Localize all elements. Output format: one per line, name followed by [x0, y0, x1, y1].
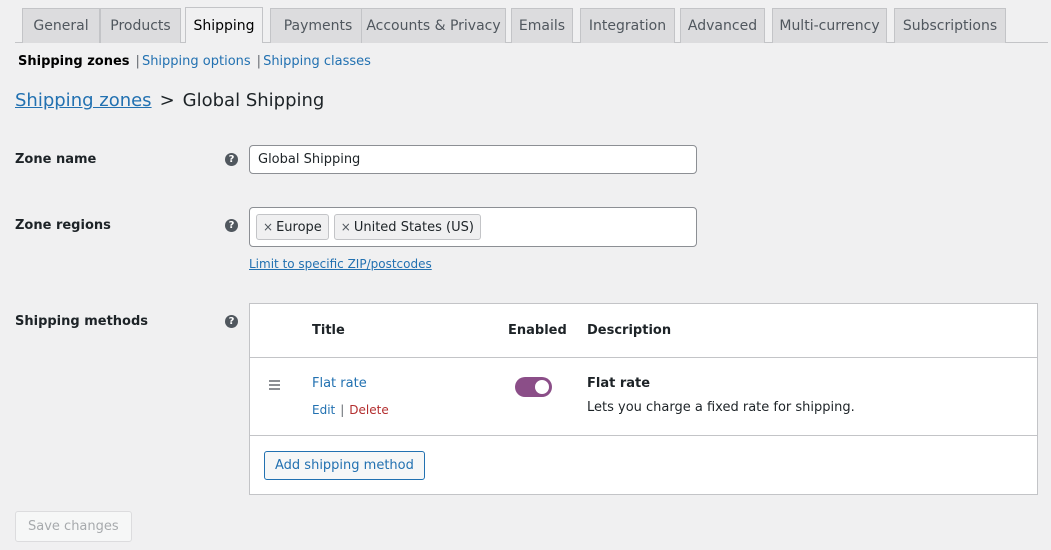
method-enabled-toggle[interactable]: [515, 377, 552, 397]
limit-postcodes-link[interactable]: Limit to specific ZIP/postcodes: [249, 257, 432, 271]
subnav-separator: |: [135, 54, 140, 69]
help-icon[interactable]: ?: [225, 153, 238, 166]
breadcrumb-shipping-zones-link[interactable]: Shipping zones: [15, 90, 152, 111]
zone-regions-select[interactable]: × Europe × United States (US): [249, 207, 697, 247]
subnav-shipping-zones: Shipping zones: [18, 54, 130, 69]
method-description-text: Lets you charge a fixed rate for shippin…: [587, 400, 855, 415]
subnav-shipping-options[interactable]: Shipping options: [142, 54, 251, 69]
tab-payments[interactable]: Payments: [270, 8, 366, 43]
column-header-description: Description: [587, 323, 672, 338]
sub-navigation: Shipping zones | Shipping options | Ship…: [18, 54, 371, 69]
page-title: Shipping zones > Global Shipping: [15, 90, 324, 111]
column-header-enabled: Enabled: [508, 323, 567, 338]
method-actions: Edit | Delete: [312, 403, 389, 417]
delete-method-link[interactable]: Delete: [349, 403, 388, 417]
tab-products[interactable]: Products: [100, 8, 181, 43]
tab-multi-currency[interactable]: Multi-currency: [772, 8, 887, 43]
help-icon[interactable]: ?: [225, 219, 238, 232]
settings-tabs: General Products Shipping Payments Accou…: [15, 7, 1048, 43]
subnav-separator: |: [256, 54, 262, 69]
actions-separator: |: [340, 403, 345, 417]
add-shipping-method-button[interactable]: Add shipping method: [264, 451, 425, 480]
shipping-methods-label: Shipping methods: [15, 314, 149, 329]
region-chip-label: United States (US): [353, 219, 474, 235]
zone-regions-label: Zone regions: [15, 218, 111, 233]
shipping-methods-table: Title Enabled Description Flat rate Edit…: [249, 303, 1038, 495]
help-icon[interactable]: ?: [225, 315, 238, 328]
remove-icon[interactable]: ×: [263, 220, 273, 234]
table-divider: [250, 435, 1037, 436]
tab-emails[interactable]: Emails: [511, 8, 573, 43]
tab-accounts-privacy[interactable]: Accounts & Privacy: [361, 8, 506, 43]
zone-name-value: Global Shipping: [258, 152, 361, 167]
tab-general[interactable]: General: [22, 8, 100, 43]
remove-icon[interactable]: ×: [341, 220, 351, 234]
table-divider: [250, 357, 1037, 358]
method-description-title: Flat rate: [587, 376, 651, 391]
save-changes-button[interactable]: Save changes: [15, 511, 132, 542]
toggle-knob: [535, 380, 549, 394]
tab-subscriptions[interactable]: Subscriptions: [894, 8, 1006, 43]
region-chip-united-states: × United States (US): [333, 214, 481, 240]
method-title-link[interactable]: Flat rate: [312, 376, 367, 391]
column-header-title: Title: [312, 323, 345, 338]
zone-name-input[interactable]: Global Shipping: [249, 145, 697, 174]
drag-handle-icon[interactable]: [269, 380, 280, 392]
region-chip-europe: × Europe: [256, 214, 329, 240]
edit-method-link[interactable]: Edit: [312, 403, 335, 417]
tab-shipping[interactable]: Shipping: [185, 7, 263, 43]
subnav-shipping-classes[interactable]: Shipping classes: [263, 54, 371, 69]
zone-name-label: Zone name: [15, 152, 97, 167]
breadcrumb-separator: >: [159, 90, 175, 111]
tab-advanced[interactable]: Advanced: [680, 8, 765, 43]
breadcrumb-current: Global Shipping: [182, 90, 325, 111]
tab-integration[interactable]: Integration: [580, 8, 675, 43]
region-chip-label: Europe: [276, 219, 322, 235]
